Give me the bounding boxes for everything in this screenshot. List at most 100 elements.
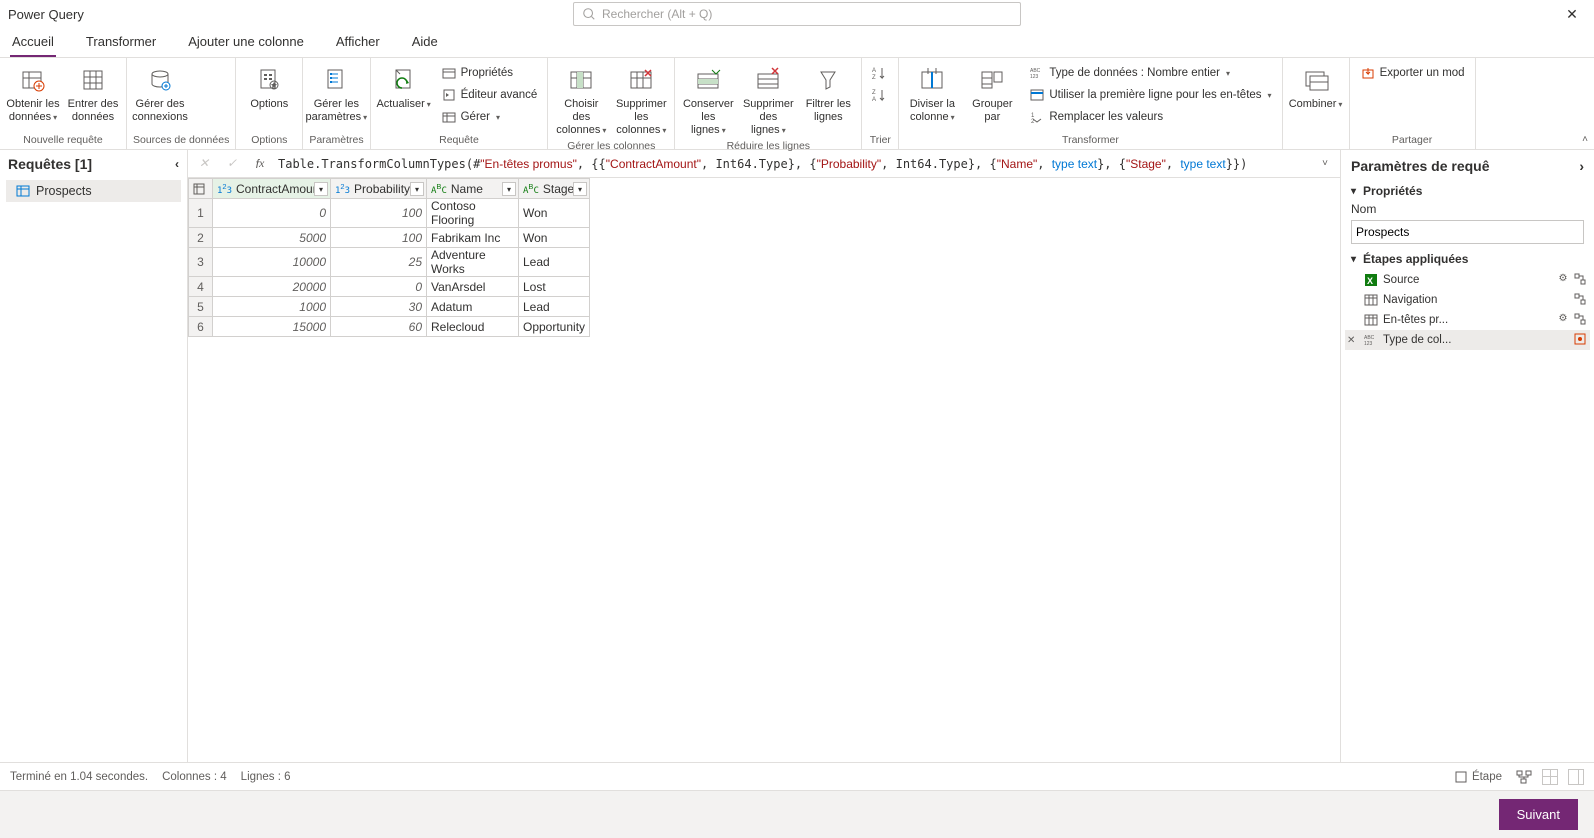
- ribbon-btn-6-2[interactable]: Filtrer leslignes: [801, 62, 855, 124]
- ribbon-icon: [976, 64, 1008, 96]
- step-type-icon: X: [1363, 272, 1379, 288]
- fx-icon[interactable]: fx: [250, 154, 270, 174]
- column-filter-button[interactable]: ▾: [502, 182, 516, 196]
- data-grid[interactable]: 123ContractAmount▾123Probability▾ABCName…: [188, 178, 1340, 762]
- table-row[interactable]: 31000025Adventure WorksLead: [189, 248, 590, 277]
- tab-accueil[interactable]: Accueil: [10, 34, 56, 57]
- ribbon-collapse-button[interactable]: ˄: [1582, 134, 1588, 145]
- ribbon-group-9: Combiner▾: [1283, 58, 1350, 149]
- column-header-stage[interactable]: ABCStage▾: [519, 179, 590, 199]
- queries-collapse-button[interactable]: ‹: [175, 157, 179, 171]
- ribbon-group-10: Exporter un modPartager: [1350, 58, 1476, 149]
- grid-view-button[interactable]: [1542, 769, 1558, 785]
- tab-transformer[interactable]: Transformer: [84, 34, 158, 57]
- applied-step[interactable]: ✕En-têtes pr...⚙: [1345, 310, 1590, 330]
- ribbon-small-8-0[interactable]: ABC123Type de données : Nombre entier▾: [1025, 62, 1275, 84]
- small-icon: [441, 87, 457, 103]
- step-settings-button[interactable]: ⚙: [1556, 313, 1570, 327]
- step-indicator[interactable]: Étape: [1450, 768, 1506, 786]
- ribbon-btn-0-1[interactable]: Entrer desdonnées: [66, 62, 120, 124]
- column-header-name[interactable]: ABCName▾: [427, 179, 519, 199]
- ribbon-icon: [388, 64, 420, 96]
- ribbon-icon: [77, 64, 109, 96]
- side-view-button[interactable]: [1568, 769, 1584, 785]
- applied-step[interactable]: ✕XSource⚙: [1345, 270, 1590, 290]
- applied-step[interactable]: ✕Navigation: [1345, 290, 1590, 310]
- close-button[interactable]: ✕: [1558, 0, 1586, 28]
- step-diagram-button[interactable]: [1574, 273, 1588, 287]
- ribbon-btn-5-1[interactable]: Supprimer lescolonnes▾: [614, 62, 668, 138]
- ribbon-small-8-2[interactable]: 12Remplacer les valeurs: [1025, 106, 1275, 128]
- next-button[interactable]: Suivant: [1499, 799, 1578, 830]
- ribbon-btn-3-0[interactable]: Gérer lesparamètres▾: [309, 62, 363, 124]
- settings-collapse-button[interactable]: ›: [1579, 158, 1584, 174]
- formula-commit-button[interactable]: ✓: [222, 154, 242, 174]
- step-diagram-button[interactable]: [1574, 333, 1588, 347]
- footer: Suivant: [0, 790, 1594, 838]
- ribbon-small-8-1[interactable]: Utiliser la première ligne pour les en-t…: [1025, 84, 1275, 106]
- status-bar: Terminé en 1.04 secondes. Colonnes : 4 L…: [0, 762, 1594, 790]
- step-settings-button[interactable]: ⚙: [1556, 273, 1570, 287]
- query-item[interactable]: Prospects: [6, 180, 181, 202]
- step-diagram-button[interactable]: [1574, 293, 1588, 307]
- ribbon-small-4-0[interactable]: Propriétés: [437, 62, 542, 84]
- column-header-probability[interactable]: 123Probability▾: [331, 179, 427, 199]
- tab-afficher[interactable]: Afficher: [334, 34, 382, 57]
- search-input[interactable]: Rechercher (Alt + Q): [573, 2, 1021, 26]
- column-filter-button[interactable]: ▾: [573, 182, 587, 196]
- table-row[interactable]: 61500060RelecloudOpportunity: [189, 317, 590, 337]
- status-done: Terminé en 1.04 secondes.: [10, 771, 148, 783]
- ribbon-small-4-2[interactable]: Gérer▾: [437, 106, 542, 128]
- tab-ajouter-une-colonne[interactable]: Ajouter une colonne: [186, 34, 306, 57]
- applied-step[interactable]: ✕ABC123Type de col...: [1345, 330, 1590, 350]
- ribbon-group-3: Gérer lesparamètres▾Paramètres: [303, 58, 370, 149]
- table-row[interactable]: 10100Contoso FlooringWon: [189, 199, 590, 228]
- ribbon-btn-0-0[interactable]: Obtenir lesdonnées▾: [6, 62, 60, 124]
- ribbon-icon: [1300, 64, 1332, 96]
- queries-pane: Requêtes [1] ‹ Prospects: [0, 150, 188, 762]
- ribbon-btn-6-1[interactable]: Supprimer deslignes▾: [741, 62, 795, 138]
- step-diagram-button[interactable]: [1574, 313, 1588, 327]
- queries-header: Requêtes [1] ‹: [0, 150, 187, 178]
- step-type-icon: [1363, 312, 1379, 328]
- table-row[interactable]: 25000100Fabrikam IncWon: [189, 228, 590, 248]
- applied-steps-section[interactable]: Étapes appliquées: [1341, 246, 1594, 268]
- export-model-button[interactable]: Exporter un mod: [1356, 62, 1469, 84]
- query-name-input[interactable]: [1351, 220, 1584, 244]
- sort-asc-button[interactable]: AZ: [868, 62, 892, 84]
- diagram-view-icon[interactable]: [1516, 769, 1532, 785]
- properties-section[interactable]: Propriétés: [1341, 178, 1594, 200]
- ribbon-btn-9-0[interactable]: Combiner▾: [1289, 62, 1343, 111]
- column-filter-button[interactable]: ▾: [410, 182, 424, 196]
- ribbon-btn-4-0[interactable]: Actualiser▾: [377, 62, 431, 111]
- ribbon-btn-2-0[interactable]: Options: [242, 62, 296, 111]
- delete-step-button[interactable]: ✕: [1347, 335, 1359, 346]
- svg-text:X: X: [1367, 276, 1373, 286]
- svg-text:A: A: [872, 68, 876, 74]
- text-type-icon: ABC: [523, 182, 539, 196]
- ribbon-btn-5-0[interactable]: Choisir descolonnes▾: [554, 62, 608, 138]
- ribbon-btn-1-0[interactable]: Gérer desconnexions: [133, 62, 187, 124]
- ribbon-small-4-1[interactable]: Éditeur avancé: [437, 84, 542, 106]
- table-row[interactable]: 4200000VanArsdelLost: [189, 277, 590, 297]
- column-filter-button[interactable]: ▾: [314, 182, 328, 196]
- ribbon-btn-6-0[interactable]: Conserver leslignes▾: [681, 62, 735, 138]
- tab-aide[interactable]: Aide: [410, 34, 440, 57]
- status-rows: Lignes : 6: [241, 771, 291, 783]
- formula-expand-button[interactable]: ˅: [1316, 158, 1334, 169]
- sort-desc-button[interactable]: ZA: [868, 84, 892, 106]
- ribbon-btn-8-0[interactable]: Diviser lacolonne▾: [905, 62, 959, 124]
- ribbon-group-0: Obtenir lesdonnées▾Entrer desdonnéesNouv…: [0, 58, 127, 149]
- table-row[interactable]: 5100030AdatumLead: [189, 297, 590, 317]
- grid-corner[interactable]: [189, 179, 213, 199]
- name-label: Nom: [1341, 200, 1594, 218]
- ribbon-icon: [752, 64, 784, 96]
- formula-text[interactable]: Table.TransformColumnTypes(#"En-têtes pr…: [278, 157, 1308, 171]
- ribbon-tabs: Accueil Transformer Ajouter une colonne Aff…: [0, 28, 1594, 58]
- svg-text:A: A: [872, 97, 876, 103]
- formula-cancel-button[interactable]: ✕: [194, 154, 214, 174]
- column-header-contractamount[interactable]: 123ContractAmount▾: [213, 179, 331, 199]
- settings-title: Paramètres de requê ›: [1341, 154, 1594, 178]
- ribbon-btn-8-1[interactable]: Grouperpar: [965, 62, 1019, 124]
- editor-area: ✕ ✓ fx Table.TransformColumnTypes(#"En-t…: [188, 150, 1340, 762]
